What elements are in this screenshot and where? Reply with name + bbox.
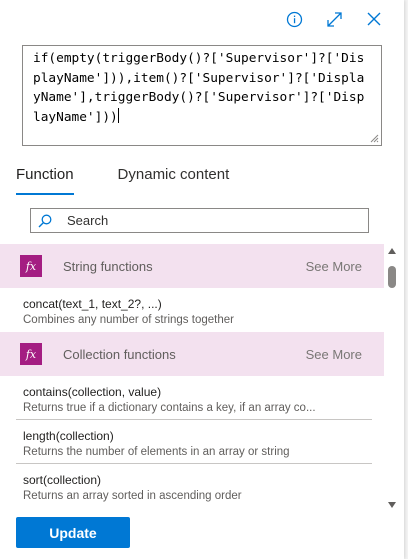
function-item-length[interactable]: length(collection) Returns the number of… [0,420,384,464]
function-signature: length(collection) [23,429,114,443]
function-signature: contains(collection, value) [23,385,162,399]
resize-grip-icon[interactable] [370,134,379,143]
function-signature: sort(collection) [23,473,102,487]
expression-panel: if(empty(triggerBody()?['Supervisor']?['… [0,0,404,559]
expression-text[interactable]: if(empty(triggerBody()?['Supervisor']?['… [33,51,364,125]
function-list: fx String functions See More concat(text… [0,244,384,512]
fx-icon: fx [20,343,42,365]
function-description: Returns the number of elements in an arr… [23,446,290,458]
scroll-up-arrow-icon[interactable] [388,248,396,254]
see-more-link[interactable]: See More [306,259,362,274]
expression-editor[interactable]: if(empty(triggerBody()?['Supervisor']?['… [22,45,382,146]
category-collection-functions: fx Collection functions See More [0,332,384,376]
function-description: Returns an array sorted in ascending ord… [23,490,242,502]
text-caret [117,107,119,123]
scroll-thumb[interactable] [388,266,396,288]
panel-header [0,0,404,40]
update-button[interactable]: Update [16,517,130,548]
function-description: Combines any number of strings together [23,314,234,326]
expand-icon[interactable] [324,9,344,29]
info-icon[interactable] [284,9,304,29]
category-string-functions: fx String functions See More [0,244,384,288]
function-item-sort[interactable]: sort(collection) Returns an array sorted… [0,464,384,508]
function-description: Returns true if a dictionary contains a … [23,402,316,414]
see-more-link[interactable]: See More [306,347,362,362]
scroll-down-arrow-icon[interactable] [388,502,396,508]
search-icon [31,209,59,232]
close-icon[interactable] [364,9,384,29]
function-item-concat[interactable]: concat(text_1, text_2?, ...) Combines an… [0,288,384,332]
search-box[interactable]: Search [30,208,369,233]
category-label: String functions [63,258,153,274]
tab-dynamic-content[interactable]: Dynamic content [118,164,230,188]
function-item-contains[interactable]: contains(collection, value) Returns true… [0,376,384,420]
category-label: Collection functions [63,346,176,362]
search-input[interactable]: Search [67,213,108,228]
fx-icon: fx [20,255,42,277]
list-scrollbar[interactable] [385,244,399,508]
tab-bar: Function Dynamic content [16,164,273,195]
function-signature: concat(text_1, text_2?, ...) [23,297,162,311]
tab-function[interactable]: Function [16,164,74,195]
